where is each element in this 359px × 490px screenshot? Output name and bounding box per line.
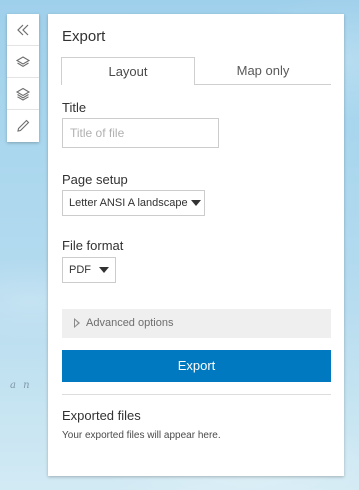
exported-files-note: Your exported files will appear here. (62, 430, 221, 441)
collapse-button[interactable] (7, 14, 39, 46)
tab-map-only[interactable]: Map only (195, 57, 331, 85)
divider (62, 394, 331, 395)
double-chevron-left-icon (17, 24, 29, 35)
export-button[interactable]: Export (62, 350, 331, 382)
title-field-label: Title (62, 100, 87, 115)
pencil-icon (17, 119, 30, 132)
side-toolbar (7, 14, 39, 142)
file-format-value: PDF (69, 264, 91, 276)
title-input[interactable] (62, 118, 219, 148)
exported-files-title: Exported files (62, 408, 141, 423)
basemap-layers-icon (15, 87, 31, 101)
map-label: a n (10, 380, 32, 391)
export-panel: Export Layout Map only Title Page setup … (48, 14, 344, 476)
chevron-down-icon (99, 267, 109, 273)
panel-title: Export (62, 28, 106, 45)
tab-layout[interactable]: Layout (61, 57, 195, 85)
sketch-button[interactable] (7, 110, 39, 142)
chevron-down-icon (191, 200, 201, 206)
file-format-label: File format (62, 238, 124, 253)
chevron-right-icon (74, 318, 80, 328)
layers-button[interactable] (7, 46, 39, 78)
page-setup-label: Page setup (62, 172, 128, 187)
layers-icon (15, 55, 31, 67)
file-format-select[interactable]: PDF (62, 257, 116, 283)
page-setup-value: Letter ANSI A landscape (69, 197, 188, 209)
basemap-button[interactable] (7, 78, 39, 110)
advanced-options-toggle[interactable]: Advanced options (62, 309, 331, 338)
page-setup-select[interactable]: Letter ANSI A landscape (62, 190, 205, 216)
advanced-options-label: Advanced options (86, 317, 174, 329)
export-tabs: Layout Map only (61, 57, 331, 85)
